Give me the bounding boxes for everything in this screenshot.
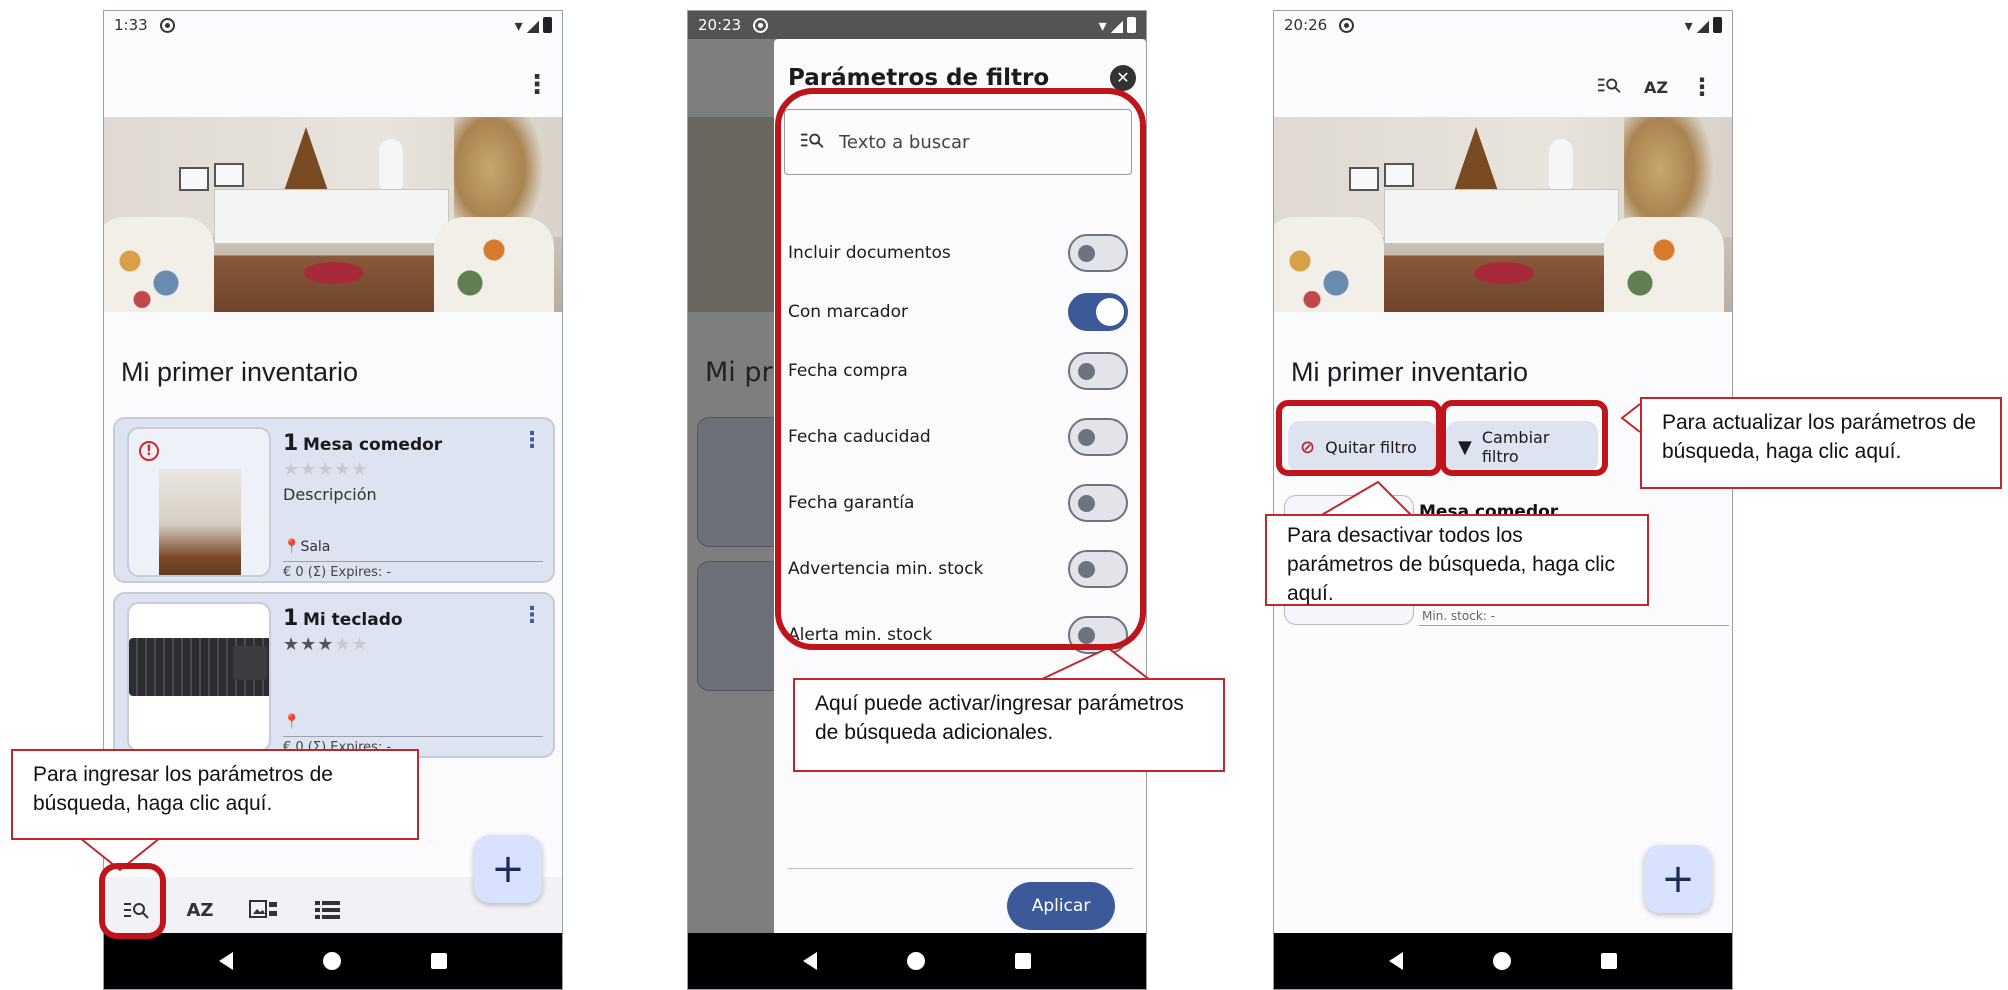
list-view-icon[interactable] [308,890,348,930]
overflow-menu-icon[interactable]: ⋮ [524,72,550,98]
battery-icon [1713,17,1722,33]
rating-stars: ★★★★★ [283,459,369,480]
signal-icon: ◢ [526,15,539,35]
highlight-remove-filter [1276,400,1442,476]
item-photo [127,602,271,752]
highlight-filter-button [99,863,166,939]
item-card-mi-teclado[interactable]: 1 Mi teclado ★★★★★ 📍 € 0 (Σ) Expires: - … [113,592,555,758]
recents-icon[interactable] [1015,953,1031,969]
phone-screen-filtered-list: 20:26 ▾ ◢ AZ ⋮ Mi primer inventario ⊘ Qu… [1273,10,1733,990]
status-time: 20:23 [698,16,742,34]
wifi-icon: ▾ [1684,15,1693,35]
top-app-bar-actions: AZ ⋮ [1596,73,1714,101]
location-pin-icon: 📍 [283,539,301,555]
status-icons: ▾ ◢ [1685,16,1722,35]
plus-icon: + [1661,856,1695,902]
back-icon[interactable] [219,952,233,970]
plus-icon: + [491,846,525,892]
apply-button[interactable]: Aplicar [1007,882,1115,930]
cast-icon [159,17,175,33]
back-icon[interactable] [1389,952,1403,970]
item-menu-icon[interactable]: ⋮ [521,429,543,453]
status-time: 20:26 [1284,16,1328,34]
battery-icon [1127,17,1136,33]
status-bar: 20:23 ▾ ◢ [688,11,1146,39]
item-description: Descripción [283,485,377,504]
status-bar: 1:33 ▾ ◢ [104,11,562,39]
item-menu-icon[interactable]: ⋮ [521,604,543,628]
system-navigation-bar [104,933,562,989]
dimmed-title-fragment: Mi pri [705,357,781,388]
callout-update-params: Para actualizar los parámetros de búsque… [1640,397,2002,489]
dimmed-card [697,561,782,691]
highlight-change-filter [1440,400,1608,476]
divider [788,868,1133,869]
location-pin-icon: 📍 [283,714,301,730]
item-stock: Min. stock: - [1422,609,1495,623]
system-navigation-bar [688,933,1146,989]
overflow-menu-icon[interactable]: ⋮ [1690,73,1714,101]
close-icon[interactable]: ✕ [1110,65,1136,91]
status-icons: ▾ ◢ [515,16,552,35]
item-name: Mi teclado [303,610,403,630]
highlight-filter-options [775,88,1146,650]
wifi-icon: ▾ [514,15,523,35]
inventory-cover-photo [1274,117,1732,312]
inventory-cover-photo [104,117,562,312]
item-quantity: 1 [283,606,299,631]
signal-icon: ◢ [1110,15,1123,35]
home-icon[interactable] [907,952,925,970]
recents-icon[interactable] [1601,953,1617,969]
back-icon[interactable] [803,952,817,970]
rating-stars: ★★★★★ [283,634,369,655]
cast-icon [753,17,769,33]
callout-enter-params: Para ingresar los parámetros de búsqueda… [11,749,419,840]
sort-az-icon[interactable]: AZ [180,890,220,930]
system-navigation-bar [1274,933,1732,989]
inventory-title: Mi primer inventario [121,357,359,387]
add-item-button[interactable]: + [1644,845,1712,913]
divider [1419,625,1729,626]
item-name: Mesa comedor [303,435,443,455]
warning-icon: ! [139,441,159,461]
home-icon[interactable] [323,952,341,970]
wifi-icon: ▾ [1098,15,1107,35]
item-quantity: 1 [283,431,299,456]
status-bar: 20:26 ▾ ◢ [1274,11,1732,39]
item-photo: ! [127,427,271,577]
status-icons: ▾ ◢ [1099,16,1136,35]
gallery-view-icon[interactable] [244,890,284,930]
sort-az-icon[interactable]: AZ [1644,78,1668,97]
filter-search-icon[interactable] [1596,75,1622,99]
item-card-mesa-comedor[interactable]: ! 1 Mesa comedor ★★★★★ Descripción 📍Sala… [113,417,555,583]
callout-additional-params: Aquí puede activar/ingresar parámetros d… [793,678,1225,772]
dimmed-cover-photo [688,117,778,312]
callout-disable-params: Para desactivar todos los parámetros de … [1265,514,1649,606]
item-location: 📍Sala [283,539,331,555]
inventory-title: Mi primer inventario [1291,357,1529,387]
phone-screen-inventory-list: 1:33 ▾ ◢ ⋮ Mi primer inventario ! 1 Mesa… [103,10,563,990]
item-meta: € 0 (Σ) Expires: - [283,565,392,580]
battery-icon [543,17,552,33]
dimmed-card [697,417,782,547]
recents-icon[interactable] [431,953,447,969]
status-time: 1:33 [114,16,148,34]
add-item-button[interactable]: + [474,835,542,903]
home-icon[interactable] [1493,952,1511,970]
signal-icon: ◢ [1696,15,1709,35]
cast-icon [1339,17,1355,33]
